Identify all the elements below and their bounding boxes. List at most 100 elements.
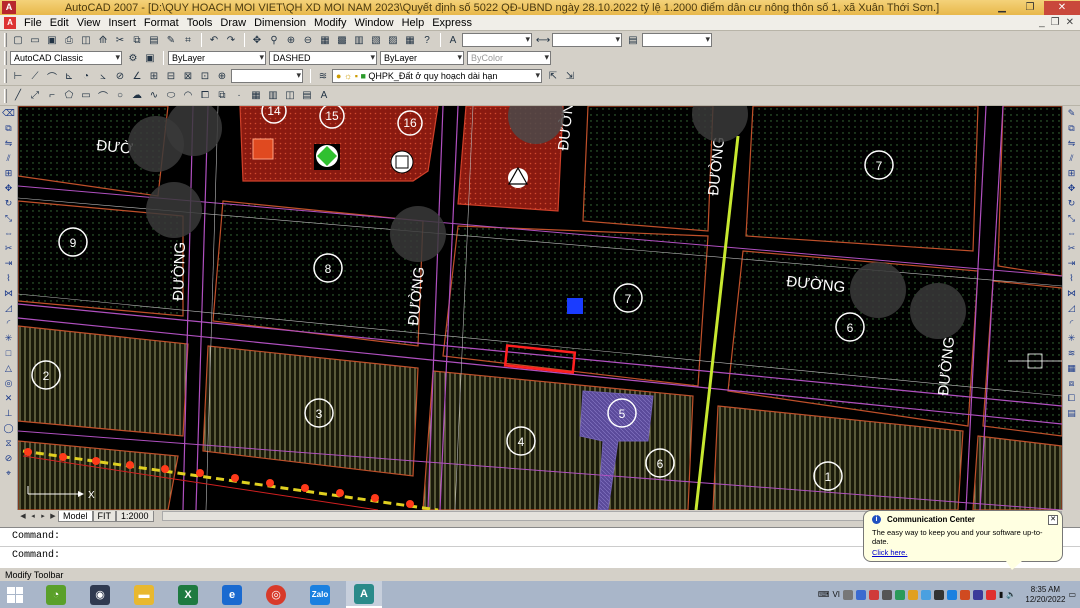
explode-icon[interactable]: ✳ (2, 331, 16, 345)
scale-icon[interactable]: ⤡ (2, 211, 16, 225)
offset-icon[interactable]: ⫽ (2, 151, 16, 165)
layer-combo[interactable]: ● ☼ ▪ ■ QHPK_Đất ở quy hoạch dài hạn (332, 69, 542, 83)
publish-icon[interactable]: ⟰ (95, 33, 111, 48)
balloon-link[interactable]: Click here. (872, 548, 1054, 557)
tab-fit[interactable]: FIT (92, 510, 117, 522)
taskbar-app-media-icon[interactable]: ◉ (82, 581, 118, 608)
zoom-realtime-icon[interactable]: ⚲ (266, 33, 282, 48)
layer-previous-icon[interactable]: ⇲ (562, 69, 578, 84)
help-icon[interactable]: ? (419, 33, 435, 48)
tray-icon[interactable] (908, 589, 919, 600)
move-right-icon[interactable]: ✥ (1065, 181, 1079, 195)
open-icon[interactable]: ▭ (27, 33, 43, 48)
properties-right-icon[interactable]: ▦ (1065, 361, 1079, 375)
network-icon[interactable]: ▮ (999, 590, 1003, 599)
mirror-right-icon[interactable]: ⇋ (1065, 136, 1079, 150)
arc-length-icon[interactable]: ⌒ (44, 69, 60, 84)
plot-icon[interactable]: ⎙ (61, 33, 77, 48)
next-tab-icon[interactable]: ▸ (38, 512, 48, 520)
group-right-icon[interactable]: ⧠ (1065, 391, 1079, 405)
menu-view[interactable]: View (73, 17, 105, 29)
new-icon[interactable]: ▢ (10, 33, 26, 48)
tab-scale[interactable]: 1:2000 (116, 510, 154, 522)
snap-intersection-icon[interactable]: ✕ (2, 391, 16, 405)
trim-icon[interactable]: ✂ (2, 241, 16, 255)
tray-icon[interactable] (934, 589, 945, 600)
center-mark-icon[interactable]: ⊕ (214, 69, 230, 84)
volume-icon[interactable]: 🔈 (1006, 590, 1016, 599)
scale-right-icon[interactable]: ⤡ (1065, 211, 1079, 225)
doc-restore-icon[interactable]: ❐ (1051, 17, 1060, 28)
redo-icon[interactable]: ↷ (223, 33, 239, 48)
pencil-icon[interactable]: ✎ (1065, 106, 1079, 120)
save-icon[interactable]: ▣ (44, 33, 60, 48)
list-right-icon[interactable]: ▤ (1065, 406, 1079, 420)
fillet-icon[interactable]: ◜ (2, 316, 16, 330)
close-icon[interactable]: ✕ (1044, 0, 1080, 15)
polygon-icon[interactable]: ⬠ (61, 88, 77, 103)
point-icon[interactable]: · (231, 88, 247, 103)
polyline-icon[interactable]: ⌐ (44, 88, 60, 103)
last-tab-icon[interactable]: ▶ (48, 512, 58, 520)
table-style-icon[interactable]: ▤ (625, 33, 641, 48)
menu-tools[interactable]: Tools (183, 17, 217, 29)
balloon-close-icon[interactable]: ✕ (1048, 515, 1058, 525)
tray-icon[interactable] (973, 589, 984, 600)
multiline-text-icon[interactable]: A (316, 88, 332, 103)
extend-icon[interactable]: ⇥ (2, 256, 16, 270)
snap-perpendicular-icon[interactable]: ⊥ (2, 406, 16, 420)
linear-dim-icon[interactable]: ⊢ (10, 69, 26, 84)
dim-style-combo[interactable] (552, 33, 622, 47)
menu-dimension[interactable]: Dimension (250, 17, 310, 29)
workspace-settings-icon[interactable]: ⚙ (125, 51, 141, 66)
menu-help[interactable]: Help (398, 17, 429, 29)
tab-model[interactable]: Model (58, 510, 93, 522)
quickcalc-icon[interactable]: ▦ (402, 33, 418, 48)
copy-icon[interactable]: ⧉ (129, 33, 145, 48)
region-icon[interactable]: ◫ (282, 88, 298, 103)
gradient-icon[interactable]: ▥ (265, 88, 281, 103)
trim-right-icon[interactable]: ✂ (1065, 241, 1079, 255)
file-explorer-icon[interactable]: ▬ (126, 581, 162, 608)
layer-manager-icon[interactable]: ≋ (315, 69, 331, 84)
prev-tab-icon[interactable]: ◂ (28, 512, 38, 520)
osnap-settings-icon[interactable]: ⌖ (2, 466, 16, 480)
diameter-icon[interactable]: ⊘ (112, 69, 128, 84)
workspace-save-icon[interactable]: ▣ (142, 51, 158, 66)
snap-center-icon[interactable]: ◎ (2, 376, 16, 390)
menu-insert[interactable]: Insert (104, 17, 140, 29)
revision-cloud-icon[interactable]: ☁ (129, 88, 145, 103)
workspace-combo[interactable]: AutoCAD Classic (10, 51, 122, 65)
chamfer-icon[interactable]: ◿ (2, 301, 16, 315)
make-block-icon[interactable]: ⧉ (214, 88, 230, 103)
minimize-icon[interactable]: ▁ (988, 1, 1016, 15)
autocad-taskbar-icon[interactable]: A (346, 581, 382, 608)
menu-format[interactable]: Format (140, 17, 183, 29)
autocad-app-icon[interactable]: A (2, 1, 16, 14)
offset-right-icon[interactable]: ⫽ (1065, 151, 1079, 165)
drawing-canvas[interactable]: 14 15 16 9 8 7 7 6 2 3 4 5 6 1 ĐƯỜ ĐƯỜNG… (18, 106, 1062, 510)
first-tab-icon[interactable]: ◀ (18, 512, 28, 520)
table-icon[interactable]: ▤ (299, 88, 315, 103)
array-right-icon[interactable]: ⊞ (1065, 166, 1079, 180)
arc-icon[interactable]: ⌒ (95, 88, 111, 103)
line-icon[interactable]: ╱ (10, 88, 26, 103)
dim-style-icon[interactable]: ⟷ (535, 33, 551, 48)
rotate-right-icon[interactable]: ↻ (1065, 196, 1079, 210)
document-icon[interactable]: A (4, 16, 16, 29)
break-right-icon[interactable]: ⌇ (1065, 271, 1079, 285)
cad-drawing[interactable]: 14 15 16 9 8 7 7 6 2 3 4 5 6 1 ĐƯỜ ĐƯỜNG… (18, 106, 1062, 510)
excel-icon[interactable]: X (170, 581, 206, 608)
tool-palettes-icon[interactable]: ▥ (351, 33, 367, 48)
edge-icon[interactable]: e (214, 581, 250, 608)
construction-line-icon[interactable]: ⤢ (27, 88, 43, 103)
tray-icon[interactable] (960, 589, 971, 600)
plot-preview-icon[interactable]: ◫ (78, 33, 94, 48)
markup-icon[interactable]: ▨ (385, 33, 401, 48)
make-object-layer-current-icon[interactable]: ⇱ (545, 69, 561, 84)
fillet-right-icon[interactable]: ◜ (1065, 316, 1079, 330)
text-style-icon[interactable]: A (445, 33, 461, 48)
zalo-icon[interactable]: Zalo (302, 581, 338, 608)
array-icon[interactable]: ⊞ (2, 166, 16, 180)
restore-icon[interactable]: ❐ (1016, 1, 1044, 15)
